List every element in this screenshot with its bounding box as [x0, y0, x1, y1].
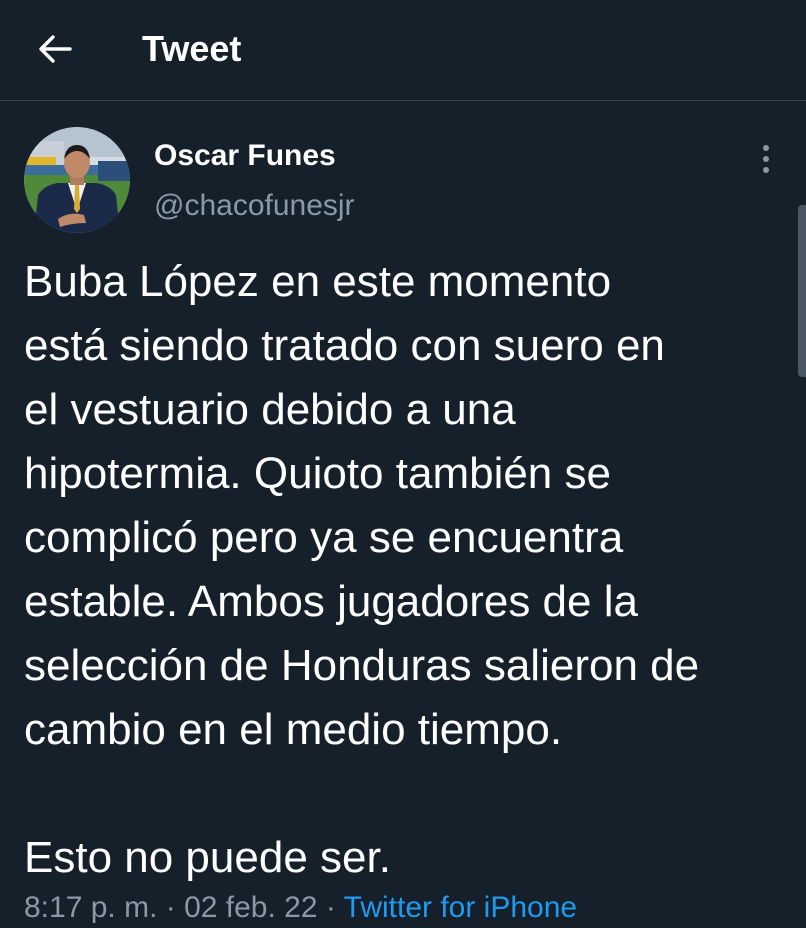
- top-bar: Tweet: [0, 0, 806, 101]
- tweet-text-line: selección de Honduras salieron de: [24, 641, 700, 690]
- vertical-ellipsis-icon: [763, 145, 769, 173]
- tweet-text-line: está siendo tratado con suero en: [24, 321, 665, 370]
- author-handle[interactable]: @chacofunesjr: [154, 188, 355, 224]
- tweet-time[interactable]: 8:17 p. m.: [24, 891, 157, 924]
- tweet-source-link[interactable]: Twitter for iPhone: [344, 891, 577, 924]
- tweet-text-line: el vestuario debido a una: [24, 385, 516, 434]
- tweet-text-line: complicó pero ya se encuentra: [24, 513, 624, 562]
- tweet-text-line: cambio en el medio tiempo.: [24, 705, 563, 754]
- more-options-button[interactable]: [752, 142, 780, 176]
- tweet-text: Buba López en este momento está siendo t…: [24, 250, 794, 890]
- meta-separator: ·: [317, 891, 344, 924]
- author-name[interactable]: Oscar Funes: [154, 138, 336, 174]
- tweet-meta: 8:17 p. m. · 02 feb. 22 · Twitter for iP…: [24, 888, 577, 928]
- tweet-text-line: Buba López en este momento: [24, 257, 612, 306]
- tweet-text-line: estable. Ambos jugadores de la: [24, 577, 638, 626]
- back-button[interactable]: [34, 28, 76, 70]
- tweet-date[interactable]: 02 feb. 22: [184, 891, 317, 924]
- avatar[interactable]: [24, 127, 130, 233]
- page-title: Tweet: [142, 28, 242, 69]
- tweet-text-closing: Esto no puede ser.: [24, 833, 391, 882]
- arrow-left-icon: [39, 35, 72, 63]
- tweet-text-line: hipotermia. Quioto también se: [24, 449, 611, 498]
- profile-photo: [24, 127, 130, 233]
- scrollbar[interactable]: [798, 205, 806, 377]
- meta-separator: ·: [157, 891, 185, 924]
